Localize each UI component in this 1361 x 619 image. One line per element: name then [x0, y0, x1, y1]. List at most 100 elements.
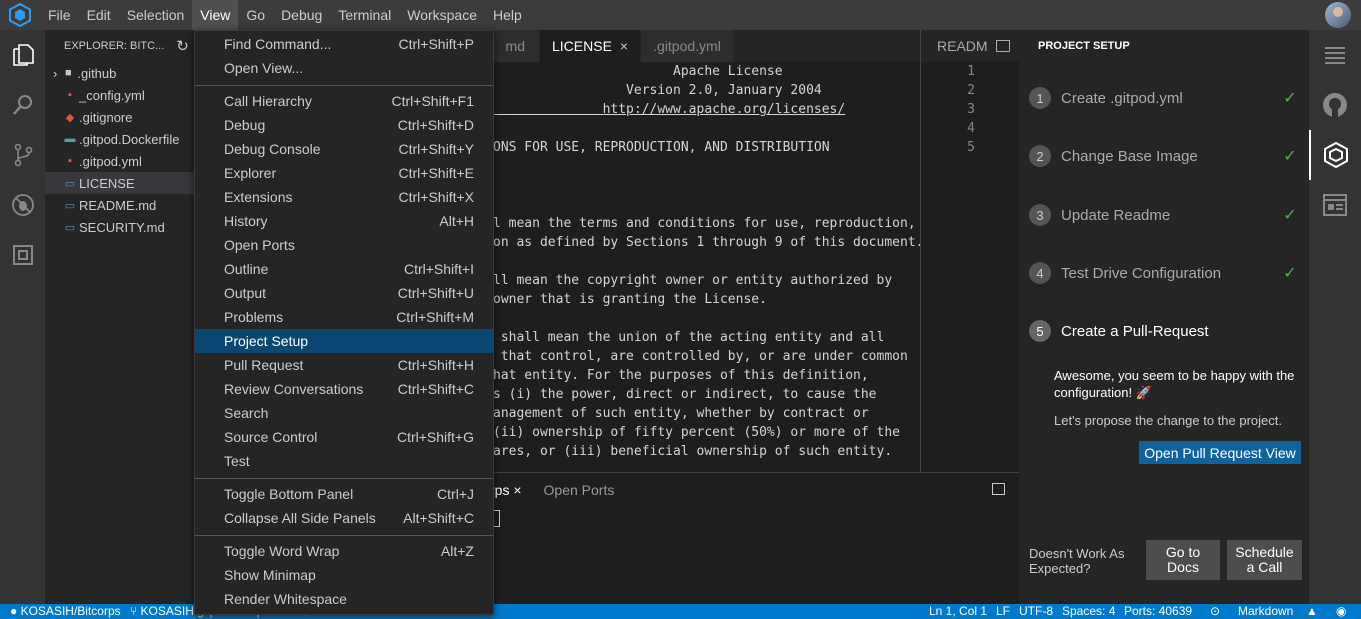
- menu-item-open-ports[interactable]: Open Ports: [195, 233, 493, 257]
- tab-gitpod-yml[interactable]: .gitpod.yml: [641, 30, 734, 62]
- go-to-docs-button[interactable]: Go to Docs: [1146, 540, 1220, 580]
- menu-file[interactable]: File: [40, 0, 79, 30]
- docker-icon: ▬: [64, 133, 76, 145]
- menu-item-history[interactable]: History Alt+H: [195, 209, 493, 233]
- file-label: .github: [77, 65, 117, 81]
- file-item-readme[interactable]: ▭ README.md: [45, 194, 195, 216]
- step-5[interactable]: 5 Create a Pull-Request: [1029, 311, 1301, 351]
- file-item-config[interactable]: ▪ _config.yml: [45, 84, 195, 106]
- code-line: Version 2.0, January 2004: [493, 83, 822, 98]
- menu-terminal[interactable]: Terminal: [330, 0, 399, 30]
- gitpod-logo-icon[interactable]: [0, 0, 40, 30]
- menu-item-review-conversations[interactable]: Review Conversations Ctrl+Shift+C: [195, 377, 493, 401]
- code-line: l mean the terms and conditions for use,…: [493, 216, 916, 231]
- tab-open-ports[interactable]: Open Ports: [544, 482, 615, 498]
- open-preview-icon[interactable]: [995, 40, 1010, 52]
- menu-item-shortcut: Ctrl+Shift+I: [403, 261, 474, 277]
- menu-item-debug-console[interactable]: Debug Console Ctrl+Shift+Y: [195, 137, 493, 161]
- tab-terminal[interactable]: rps ×: [490, 482, 522, 498]
- menu-item-explorer[interactable]: Explorer Ctrl+Shift+E: [195, 161, 493, 185]
- status-ports[interactable]: Ports: 40639: [1124, 604, 1192, 619]
- menu-workspace[interactable]: Workspace: [399, 0, 485, 30]
- menu-item-extensions[interactable]: Extensions Ctrl+Shift+X: [195, 185, 493, 209]
- menu-item-outline[interactable]: Outline Ctrl+Shift+I: [195, 257, 493, 281]
- schedule-call-button[interactable]: Schedule a Call: [1227, 540, 1302, 580]
- file-label: SECURITY.md: [79, 219, 165, 235]
- menu-debug[interactable]: Debug: [273, 0, 330, 30]
- menu-help[interactable]: Help: [485, 0, 530, 30]
- menu-item-label: Collapse All Side Panels: [224, 510, 376, 526]
- step-4[interactable]: 4 Test Drive Configuration ✓: [1029, 253, 1301, 293]
- menu-selection[interactable]: Selection: [119, 0, 193, 30]
- status-spaces[interactable]: Spaces: 4: [1062, 604, 1115, 619]
- menu-item-shortcut: Alt+Z: [440, 543, 474, 559]
- menu-item-render-whitespace[interactable]: Render Whitespace: [195, 587, 493, 611]
- line-number: 1: [967, 64, 975, 79]
- menu-item-label: Extensions: [224, 189, 293, 205]
- menu-item-find-command[interactable]: Find Command... Ctrl+Shift+P: [195, 32, 493, 56]
- file-item-dockerfile[interactable]: ▬ .gitpod.Dockerfile: [45, 128, 195, 150]
- menu-item-problems[interactable]: Problems Ctrl+Shift+M: [195, 305, 493, 329]
- outline-icon[interactable]: [1309, 30, 1361, 80]
- menu-view[interactable]: View: [192, 0, 239, 30]
- close-icon[interactable]: ×: [513, 482, 521, 498]
- step-number: 4: [1029, 262, 1051, 284]
- menu-edit[interactable]: Edit: [79, 0, 119, 30]
- extensions-icon[interactable]: [0, 230, 45, 280]
- menu-item-test[interactable]: Test: [195, 449, 493, 473]
- account-icon[interactable]: ◉: [1336, 604, 1346, 619]
- file-item-gitignore[interactable]: ◆ .gitignore: [45, 106, 195, 128]
- explorer-header: EXPLORER: BITC... ↻: [45, 30, 195, 62]
- menu-item-show-minimap[interactable]: Show Minimap: [195, 563, 493, 587]
- split-panel-icon[interactable]: [992, 483, 1005, 495]
- view-menu-dropdown: Find Command... Ctrl+Shift+P Open View...…: [194, 30, 494, 615]
- menu-item-output[interactable]: Output Ctrl+Shift+U: [195, 281, 493, 305]
- menu-item-label: Show Minimap: [224, 567, 316, 583]
- tab-readme[interactable]: READM: [921, 30, 1019, 62]
- status-repo[interactable]: ● KOSASIH/Bitcorps: [10, 604, 121, 619]
- close-icon[interactable]: ×: [620, 38, 628, 54]
- status-eol[interactable]: LF: [996, 604, 1010, 619]
- status-language[interactable]: Markdown: [1238, 604, 1293, 619]
- step-label: Create a Pull-Request: [1061, 322, 1209, 340]
- menu-item-label: Open Ports: [224, 237, 295, 253]
- explorer-icon[interactable]: [0, 30, 45, 80]
- menu-item-open-view[interactable]: Open View...: [195, 56, 493, 80]
- file-item-license[interactable]: ▭ LICENSE: [45, 172, 195, 194]
- status-position[interactable]: Ln 1, Col 1: [929, 604, 987, 619]
- github-icon[interactable]: [1309, 80, 1361, 130]
- menu-item-shortcut: Ctrl+Shift+F1: [391, 93, 474, 109]
- menu-item-toggle-word-wrap[interactable]: Toggle Word Wrap Alt+Z: [195, 539, 493, 563]
- refresh-icon[interactable]: ↻: [176, 37, 189, 55]
- code-line-link[interactable]: http://www.apache.org/licenses/: [493, 100, 846, 119]
- step-1[interactable]: 1 Create .gitpod.yml ✓: [1029, 78, 1301, 118]
- menu-item-debug[interactable]: Debug Ctrl+Shift+D: [195, 113, 493, 137]
- status-encoding[interactable]: UTF-8: [1019, 604, 1053, 619]
- project-setup-panel: PROJECT SETUP 1 Create .gitpod.yml ✓ 2 C…: [1019, 30, 1309, 604]
- tab-license[interactable]: LICENSE ×: [540, 30, 642, 62]
- menu-item-search[interactable]: Search: [195, 401, 493, 425]
- menu-item-shortcut: Ctrl+Shift+E: [398, 165, 474, 181]
- open-pull-request-button[interactable]: Open Pull Request View: [1139, 441, 1301, 464]
- menu-go[interactable]: Go: [238, 0, 273, 30]
- menu-item-collapse-side-panels[interactable]: Collapse All Side Panels Alt+Shift+C: [195, 506, 493, 530]
- menu-item-toggle-bottom-panel[interactable]: Toggle Bottom Panel Ctrl+J: [195, 482, 493, 506]
- bell-icon[interactable]: ▲: [1306, 604, 1318, 619]
- menu-item-source-control[interactable]: Source Control Ctrl+Shift+G: [195, 425, 493, 449]
- code-line: anagement of such entity, whether by con…: [493, 406, 869, 421]
- source-control-icon[interactable]: [0, 130, 45, 180]
- user-avatar[interactable]: [1325, 2, 1351, 28]
- search-icon[interactable]: [0, 80, 45, 130]
- menu-item-call-hierarchy[interactable]: Call Hierarchy Ctrl+Shift+F1: [195, 89, 493, 113]
- step-2[interactable]: 2 Change Base Image ✓: [1029, 136, 1301, 176]
- project-setup-icon[interactable]: [1309, 130, 1361, 180]
- step-3[interactable]: 3 Update Readme ✓: [1029, 195, 1301, 235]
- debug-icon[interactable]: [0, 180, 45, 230]
- step-number: 5: [1029, 320, 1051, 342]
- menu-item-project-setup[interactable]: Project Setup: [195, 329, 493, 353]
- file-item-gitpod-yml[interactable]: ▪ .gitpod.yml: [45, 150, 195, 172]
- folder-item-github[interactable]: › ■ .github: [45, 62, 195, 84]
- file-item-security[interactable]: ▭ SECURITY.md: [45, 216, 195, 238]
- preview-icon[interactable]: [1309, 180, 1361, 230]
- menu-item-pull-request[interactable]: Pull Request Ctrl+Shift+H: [195, 353, 493, 377]
